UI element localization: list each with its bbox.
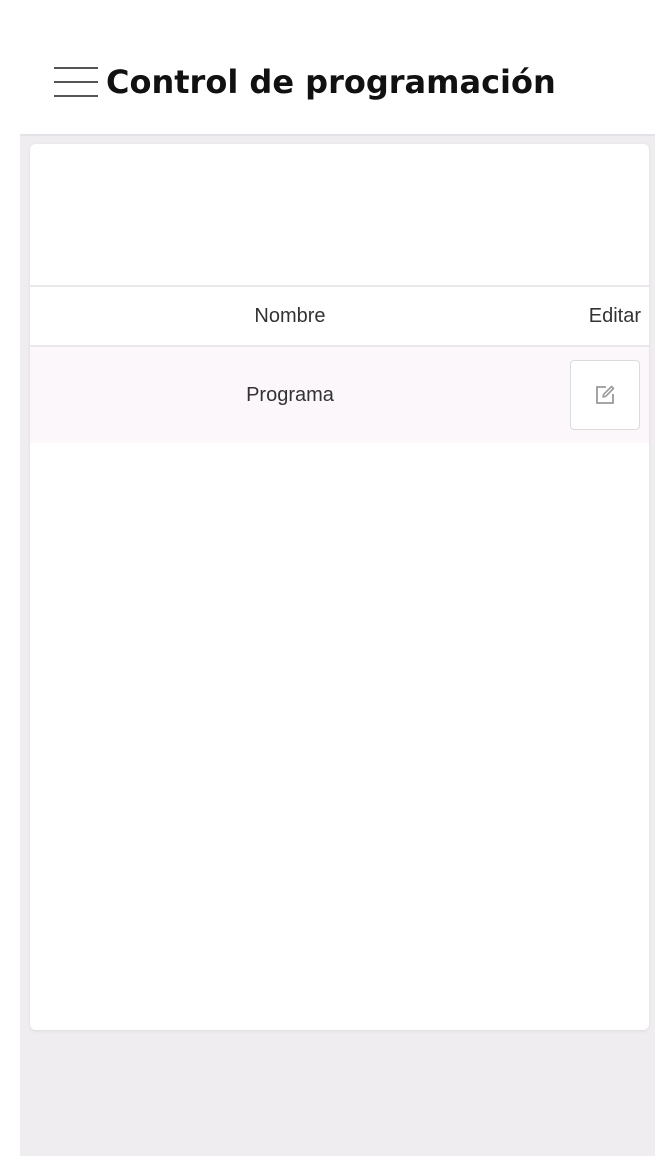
cell-editar [550, 360, 649, 430]
content-card: Nombre Editar Programa [30, 144, 649, 1030]
card-toolbar-area [30, 144, 649, 287]
page-title: Control de programación [106, 63, 556, 101]
edit-button[interactable] [570, 360, 640, 430]
edit-icon [596, 385, 615, 404]
column-header-editar: Editar [588, 304, 641, 327]
hamburger-menu-icon[interactable] [54, 67, 98, 97]
cell-nombre: Programa [246, 383, 334, 406]
app-frame: Control de programación Nombre Editar Pr… [20, 30, 655, 1156]
app-header: Control de programación [20, 30, 655, 136]
table-row[interactable]: Programa [30, 347, 649, 443]
table-header: Nombre Editar [30, 287, 649, 347]
column-header-nombre: Nombre [254, 304, 326, 327]
